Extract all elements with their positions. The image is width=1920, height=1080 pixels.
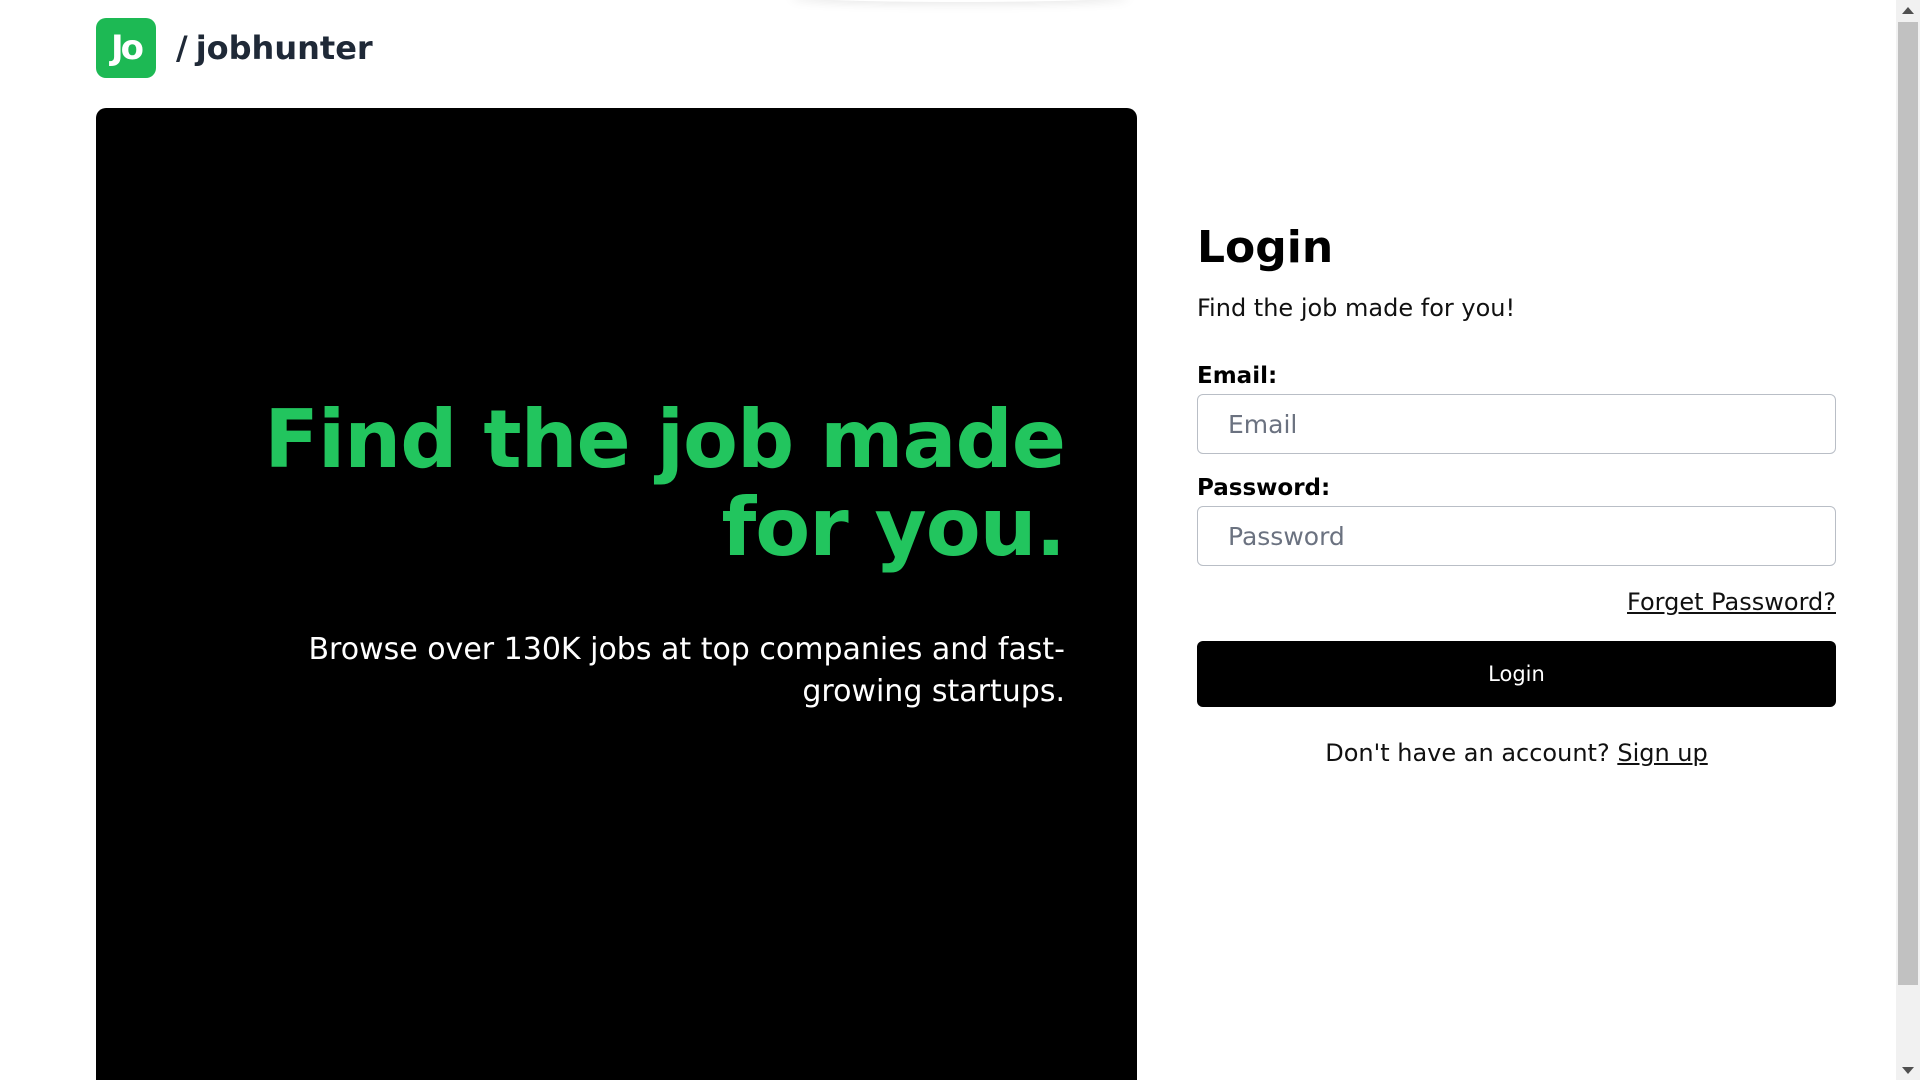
- forgot-password-row: Forget Password?: [1197, 586, 1836, 618]
- login-title: Login: [1197, 222, 1334, 273]
- vertical-scrollbar[interactable]: [1896, 0, 1920, 1080]
- hero-panel: Find the job made for you. Browse over 1…: [96, 108, 1137, 1080]
- login-subtitle: Find the job made for you!: [1197, 294, 1516, 322]
- password-field[interactable]: [1197, 506, 1836, 566]
- email-label: Email:: [1197, 363, 1278, 389]
- signup-row: Don't have an account? Sign up: [1197, 737, 1836, 769]
- scroll-down-arrow-icon[interactable]: [1896, 1060, 1920, 1080]
- hero-title: Find the job made for you.: [264, 393, 1066, 574]
- signup-link[interactable]: Sign up: [1617, 739, 1707, 767]
- password-label: Password:: [1197, 475, 1331, 501]
- scrollbar-thumb[interactable]: [1898, 22, 1918, 985]
- hero-subtitle: Browse over 130K jobs at top companies a…: [308, 632, 1065, 709]
- brand-slash: /: [176, 29, 188, 67]
- login-page: Jo / jobhunter Find the job made for you…: [0, 0, 1920, 1080]
- login-form: Login Find the job made for you! Email: …: [1197, 220, 1836, 769]
- logo-text: Jo: [110, 28, 144, 68]
- email-field[interactable]: [1197, 394, 1836, 454]
- brand-label: jobhunter: [195, 29, 373, 67]
- brand-name[interactable]: / jobhunter: [176, 29, 373, 67]
- site-header: Jo / jobhunter: [96, 18, 373, 78]
- scroll-up-arrow-icon[interactable]: [1896, 0, 1920, 20]
- top-shadow-decoration: [790, 0, 1130, 2]
- forgot-password-link[interactable]: Forget Password?: [1627, 588, 1836, 616]
- signup-prompt: Don't have an account?: [1325, 739, 1610, 767]
- jobhunter-logo-icon[interactable]: Jo: [96, 18, 156, 78]
- login-button[interactable]: Login: [1197, 641, 1836, 707]
